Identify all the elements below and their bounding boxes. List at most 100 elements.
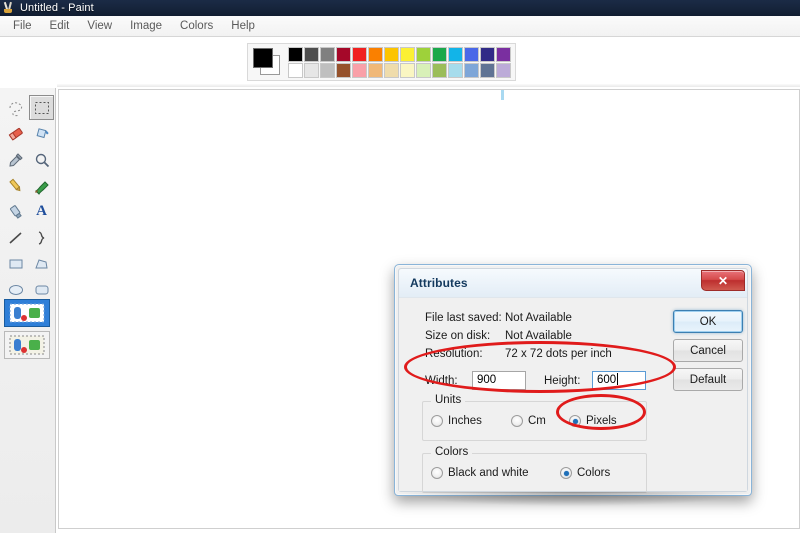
radio-units-pixels[interactable]: Pixels bbox=[569, 415, 617, 427]
paint-bucket-icon bbox=[33, 125, 51, 143]
palette-swatch[interactable] bbox=[400, 62, 415, 78]
color-palette[interactable] bbox=[247, 43, 516, 81]
cancel-button[interactable]: Cancel bbox=[673, 339, 743, 362]
text-tool-icon: A bbox=[36, 203, 47, 219]
menu-edit[interactable]: Edit bbox=[41, 18, 79, 34]
palette-swatch[interactable] bbox=[432, 62, 447, 78]
rounded-rectangle-icon bbox=[33, 281, 51, 299]
file-last-saved-label: File last saved: bbox=[425, 312, 502, 324]
radio-dot-colors bbox=[560, 467, 572, 479]
menu-file[interactable]: File bbox=[4, 18, 41, 34]
radio-colors[interactable]: Colors bbox=[560, 467, 610, 479]
palette-swatch[interactable] bbox=[480, 46, 495, 62]
palette-swatch[interactable] bbox=[368, 62, 383, 78]
palette-swatch[interactable] bbox=[400, 46, 415, 62]
ok-button[interactable]: OK bbox=[673, 310, 743, 333]
palette-swatch[interactable] bbox=[288, 62, 303, 78]
tool-grid: A bbox=[3, 95, 54, 302]
line-icon bbox=[7, 229, 25, 247]
resolution-label: Resolution: bbox=[425, 348, 483, 360]
palette-swatch[interactable] bbox=[464, 46, 479, 62]
palette-swatch[interactable] bbox=[416, 46, 431, 62]
airbrush-icon bbox=[7, 203, 25, 221]
palette-swatch[interactable] bbox=[448, 46, 463, 62]
tool-brush[interactable] bbox=[29, 173, 54, 198]
radio-dot-cm bbox=[511, 415, 523, 427]
palette-swatch[interactable] bbox=[368, 46, 383, 62]
radio-units-cm[interactable]: Cm bbox=[511, 415, 569, 427]
default-button[interactable]: Default bbox=[673, 368, 743, 391]
palette-swatch[interactable] bbox=[496, 46, 511, 62]
palette-swatch[interactable] bbox=[320, 46, 335, 62]
width-input[interactable]: 900 bbox=[472, 371, 526, 390]
close-icon[interactable]: ✕ bbox=[701, 270, 745, 291]
radio-label-inches: Inches bbox=[448, 415, 482, 427]
palette-swatch[interactable] bbox=[336, 62, 351, 78]
palette-swatch[interactable] bbox=[496, 62, 511, 78]
palette-swatch[interactable] bbox=[480, 62, 495, 78]
palette-swatch[interactable] bbox=[304, 62, 319, 78]
free-form-select-icon bbox=[7, 99, 25, 117]
magnifier-icon bbox=[33, 151, 51, 169]
palette-swatch[interactable] bbox=[352, 46, 367, 62]
transparent-selection-option[interactable] bbox=[4, 331, 50, 359]
menubar: File Edit View Image Colors Help bbox=[0, 16, 800, 37]
menu-colors[interactable]: Colors bbox=[171, 18, 222, 34]
rectangle-icon bbox=[7, 255, 25, 273]
tool-curve[interactable] bbox=[29, 225, 54, 250]
palette-swatch[interactable] bbox=[384, 46, 399, 62]
size-fields-row: Width: 900 Height: 600 bbox=[425, 371, 646, 390]
height-input[interactable]: 600 bbox=[592, 371, 646, 390]
menu-image[interactable]: Image bbox=[121, 18, 171, 34]
menu-help[interactable]: Help bbox=[222, 18, 264, 34]
brush-icon bbox=[33, 177, 51, 195]
ellipse-icon bbox=[7, 281, 25, 299]
rectangular-select-icon bbox=[33, 99, 51, 117]
polygon-icon bbox=[33, 255, 51, 273]
tool-polygon[interactable] bbox=[29, 251, 54, 276]
current-colors-indicator[interactable] bbox=[252, 47, 282, 77]
tool-pencil[interactable] bbox=[3, 173, 28, 198]
palette-swatch[interactable] bbox=[448, 62, 463, 78]
palette-swatch[interactable] bbox=[304, 46, 319, 62]
radio-label-colors: Colors bbox=[577, 467, 611, 479]
tool-eraser[interactable] bbox=[3, 121, 28, 146]
tool-rectangle[interactable] bbox=[3, 251, 28, 276]
units-legend: Units bbox=[431, 394, 466, 406]
tool-airbrush[interactable] bbox=[3, 199, 28, 224]
palette-swatch[interactable] bbox=[432, 46, 447, 62]
palette-swatch[interactable] bbox=[416, 62, 431, 78]
radio-label-cm: Cm bbox=[528, 415, 546, 427]
dialog-frame: Attributes ✕ File last saved: Not Availa… bbox=[398, 268, 748, 493]
size-on-disk-value: Not Available bbox=[505, 330, 572, 342]
colors-radio-row: Black and white Colors bbox=[423, 454, 646, 492]
tool-rectangular-select[interactable] bbox=[29, 95, 54, 120]
radio-label-pixels: Pixels bbox=[586, 415, 617, 427]
height-label: Height: bbox=[544, 374, 581, 387]
menu-view[interactable]: View bbox=[78, 18, 121, 34]
tool-text[interactable]: A bbox=[29, 199, 54, 224]
palette-swatch[interactable] bbox=[336, 46, 351, 62]
palette-swatch[interactable] bbox=[464, 62, 479, 78]
palette-swatch[interactable] bbox=[352, 62, 367, 78]
opaque-selection-option[interactable] bbox=[4, 299, 50, 327]
palette-swatch-grid[interactable] bbox=[288, 46, 511, 78]
radio-black-and-white[interactable]: Black and white bbox=[431, 467, 560, 479]
palette-swatch[interactable] bbox=[288, 46, 303, 62]
tool-pick-color[interactable] bbox=[3, 147, 28, 172]
palette-band bbox=[0, 37, 800, 88]
radio-label-black-and-white: Black and white bbox=[448, 467, 529, 479]
palette-swatch[interactable] bbox=[320, 62, 335, 78]
palette-swatch[interactable] bbox=[384, 62, 399, 78]
colors-legend: Colors bbox=[431, 446, 473, 458]
radio-dot-inches bbox=[431, 415, 443, 427]
tool-magnifier[interactable] bbox=[29, 147, 54, 172]
tool-fill-with-color[interactable] bbox=[29, 121, 54, 146]
curve-icon bbox=[33, 229, 51, 247]
foreground-color-swatch[interactable] bbox=[253, 48, 273, 68]
radio-units-inches[interactable]: Inches bbox=[431, 415, 511, 427]
tool-line[interactable] bbox=[3, 225, 28, 250]
toolbox: A bbox=[0, 88, 56, 533]
dialog-title: Attributes bbox=[410, 276, 468, 290]
tool-free-form-select[interactable] bbox=[3, 95, 28, 120]
